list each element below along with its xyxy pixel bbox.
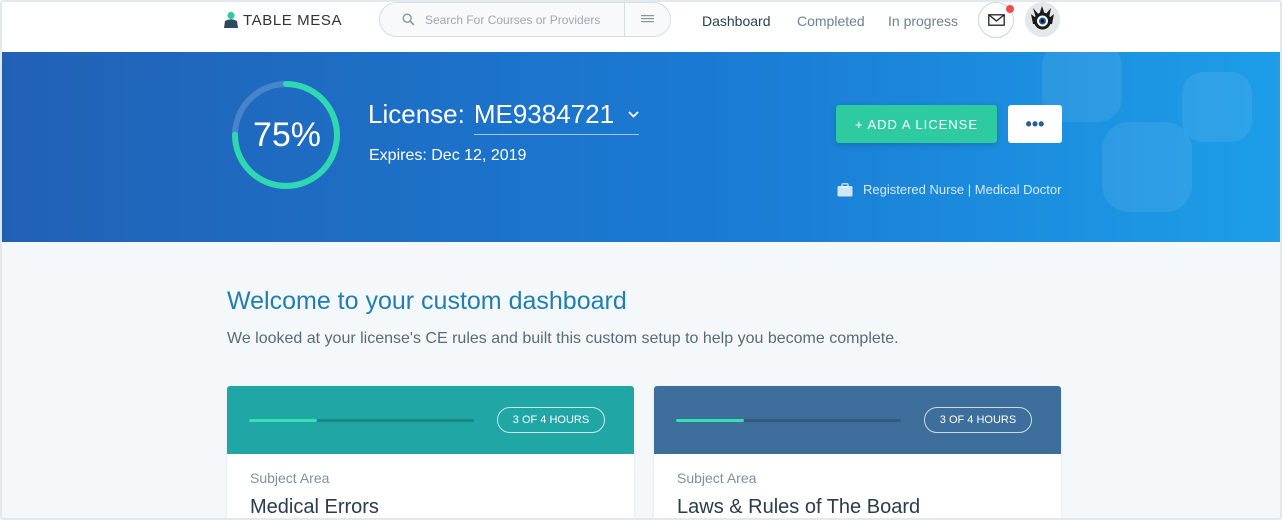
search-input[interactable] <box>425 11 625 29</box>
add-license-button[interactable]: + ADD A LICENSE <box>836 105 997 143</box>
subject-label: Subject Area <box>677 470 757 486</box>
logo-icon <box>224 11 238 28</box>
subject-card[interactable]: 3 OF 4 HOURS Subject Area Medical Errors <box>227 386 634 518</box>
menu-icon[interactable] <box>641 14 654 25</box>
logo-text: TABLE MESA <box>243 11 343 29</box>
welcome-title: Welcome to your custom dashboard <box>227 287 627 315</box>
license-select[interactable]: ME9384721 <box>473 99 640 135</box>
subject-name: Laws & Rules of The Board <box>677 496 921 518</box>
subject-label: Subject Area <box>250 470 330 486</box>
card-header: 3 OF 4 HOURS <box>654 386 1061 454</box>
decorative-shape <box>1182 72 1252 142</box>
search-divider <box>624 3 625 36</box>
card-progress-fill <box>676 419 744 422</box>
progress-percent: 75% <box>252 116 322 154</box>
avatar[interactable] <box>1025 2 1060 37</box>
subject-card[interactable]: 3 OF 4 HOURS Subject Area Laws & Rules o… <box>654 386 1061 518</box>
decorative-shape <box>1102 122 1192 212</box>
card-progress-track <box>676 419 901 422</box>
app-frame: TABLE MESA Dashboard Completed In progre… <box>0 0 1282 520</box>
top-bar: TABLE MESA Dashboard Completed In progre… <box>2 2 1280 52</box>
card-header: 3 OF 4 HOURS <box>227 386 634 454</box>
avatar-icon <box>1025 2 1060 37</box>
hours-badge: 3 OF 4 HOURS <box>924 407 1032 433</box>
search-box[interactable] <box>379 2 671 37</box>
license-roles: Registered Nurse | Medical Doctor <box>837 182 1061 197</box>
nav-in-progress[interactable]: In progress <box>888 13 958 29</box>
license-expires: Expires: Dec 12, 2019 <box>369 147 527 164</box>
card-progress-track <box>249 419 474 422</box>
briefcase-icon <box>837 182 853 196</box>
subject-name: Medical Errors <box>250 496 379 518</box>
license-banner: 75% License: ME9384721 Expires: Dec 12, … <box>2 52 1280 242</box>
welcome-subtitle: We looked at your license's CE rules and… <box>227 330 899 347</box>
card-progress-fill <box>249 419 317 422</box>
logo[interactable]: TABLE MESA <box>223 11 342 29</box>
mail-button[interactable] <box>978 2 1014 38</box>
chevron-down-icon <box>628 111 639 118</box>
license-number: ME9384721 <box>473 99 615 129</box>
notification-dot <box>1006 5 1014 13</box>
nav-completed[interactable]: Completed <box>797 13 865 29</box>
roles-text: Registered Nurse | Medical Doctor <box>863 182 1062 197</box>
search-icon <box>402 13 415 26</box>
hours-badge: 3 OF 4 HOURS <box>497 407 605 433</box>
mail-icon <box>988 14 1005 26</box>
license-title: License: ME9384721 <box>368 99 640 135</box>
license-label: License: <box>368 99 465 129</box>
nav-dashboard[interactable]: Dashboard <box>702 13 771 29</box>
more-options-button[interactable]: ••• <box>1008 105 1062 143</box>
